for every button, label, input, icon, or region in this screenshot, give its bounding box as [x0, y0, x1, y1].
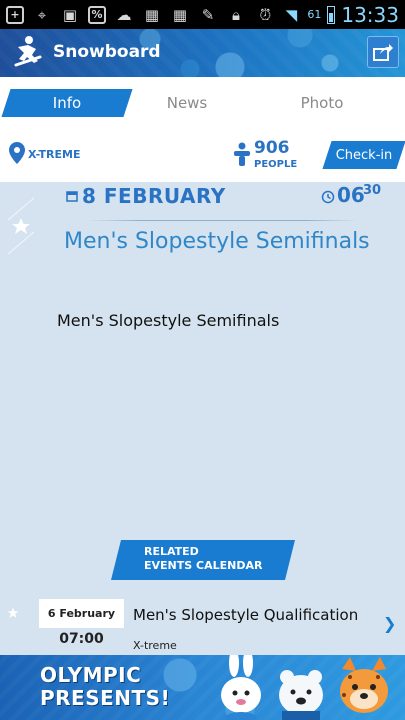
- event-title: Men's Slopestyle Semifinals: [64, 229, 370, 254]
- status-time: 13:33: [341, 2, 399, 27]
- wifi-icon: ◥: [285, 5, 298, 24]
- calendar-icon: [66, 191, 78, 202]
- olympic-presents-banner[interactable]: OLYMPIC PRESENTS!: [0, 655, 405, 720]
- weather-icon: ☁: [116, 5, 132, 24]
- app-icon: ▦: [144, 5, 160, 24]
- gps-icon: ⌖: [37, 5, 47, 24]
- related-heading: RELATED EVENTS CALENDAR: [144, 545, 262, 573]
- status-bar: + ⌖ ▣ % ☁ ▦ ▦ ✎ 🔒︎ ⏰︎ ◥ 61 13:33: [0, 0, 405, 29]
- event-time-minute: 30: [363, 183, 382, 198]
- status-right: ⏰︎ ◥ 61 13:33: [255, 2, 400, 27]
- people-label: PEOPLE: [254, 159, 298, 170]
- tab-news[interactable]: News: [128, 89, 246, 117]
- related-event-location: X-treme: [133, 639, 177, 652]
- app-title: Snowboard: [53, 42, 161, 62]
- banner-text: OLYMPIC PRESENTS!: [40, 664, 170, 710]
- share-icon: [373, 44, 393, 61]
- tab-info[interactable]: Info: [6, 89, 128, 117]
- related-date-card: 6 February: [39, 599, 124, 628]
- person-icon: [234, 142, 250, 166]
- snowboarder-icon: [14, 36, 42, 67]
- evernote-icon: ✎: [201, 5, 215, 24]
- app-icon-2: ▦: [172, 5, 188, 24]
- alarm-icon: ⏰︎: [259, 5, 272, 24]
- mascots-image: [221, 655, 388, 720]
- add-notification-icon: +: [6, 5, 24, 24]
- chevron-right-icon[interactable]: ❯: [383, 614, 396, 633]
- clock-icon: [321, 190, 335, 204]
- share-button[interactable]: [367, 36, 399, 68]
- checkin-button[interactable]: Check-in: [327, 141, 401, 169]
- app-header: Snowboard: [0, 29, 405, 77]
- location-pin-icon: [9, 142, 25, 164]
- event-date: 8 FEBRUARY: [82, 184, 226, 208]
- related-time: 07:00: [59, 631, 104, 647]
- tab-bar: Info News Photo: [0, 77, 405, 128]
- event-time-hour: 06: [337, 183, 365, 207]
- image-icon: ▣: [62, 5, 78, 24]
- banner-line1: OLYMPIC: [40, 663, 142, 687]
- header-divider: [88, 220, 358, 221]
- lock-icon: 🔒︎: [232, 5, 240, 24]
- percent-icon: %: [88, 5, 106, 24]
- related-star-icon[interactable]: [7, 607, 19, 619]
- related-event-title[interactable]: Men's Slopestyle Qualification: [133, 606, 358, 624]
- tab-photo[interactable]: Photo: [262, 89, 382, 117]
- related-heading-line1: RELATED: [144, 545, 199, 558]
- location-label[interactable]: X-TREME: [28, 148, 80, 161]
- event-description: Men's Slopestyle Semifinals: [57, 311, 280, 330]
- battery-percent: 61: [307, 8, 322, 21]
- banner-line2: PRESENTS!: [40, 686, 171, 710]
- people-count: 906: [254, 138, 290, 158]
- related-heading-line2: EVENTS CALENDAR: [144, 559, 263, 572]
- notification-icons: + ⌖ ▣ % ☁ ▦ ▦ ✎ 🔒︎: [6, 5, 246, 25]
- battery-icon: [327, 5, 336, 24]
- event-info-bar: X-TREME 906 PEOPLE Check-in: [0, 128, 405, 182]
